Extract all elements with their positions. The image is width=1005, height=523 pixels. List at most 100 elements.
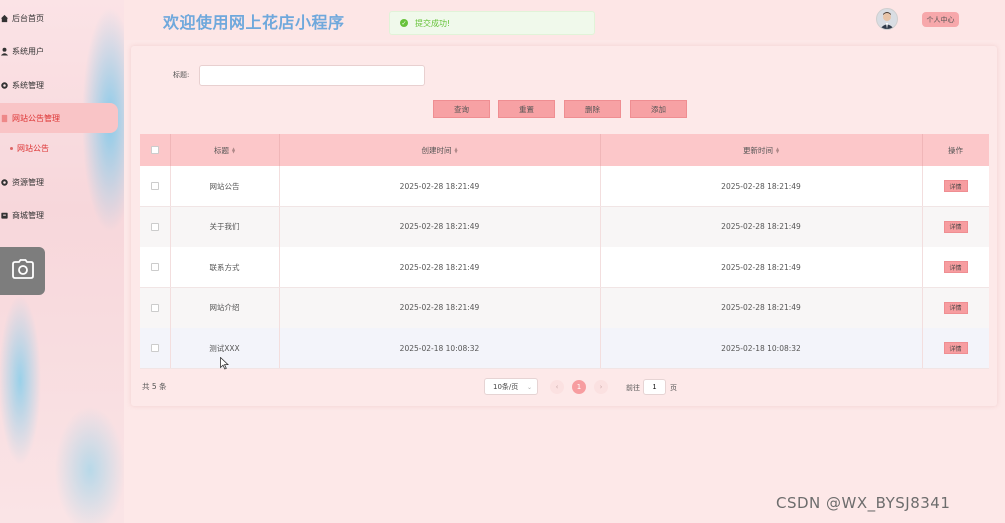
column-header-label: 操作: [948, 145, 963, 155]
row-checkbox[interactable]: [151, 222, 159, 231]
chevron-left-icon: ‹: [555, 383, 559, 391]
watermark: CSDN @WX_BYSJ8341: [776, 494, 951, 512]
search-input[interactable]: [199, 65, 425, 86]
row-select-cell: [140, 247, 170, 287]
toast-message: 提交成功!: [415, 18, 451, 28]
gear-icon: [0, 81, 9, 90]
column-header-updated[interactable]: 更新时间 ▲ ▼: [600, 134, 922, 166]
cell-created: 2025-02-28 18:21:49: [399, 262, 480, 272]
sidebar-item-label: 系统管理: [12, 80, 44, 90]
sidebar-subitem-announcement[interactable]: 网站公告: [10, 143, 49, 154]
user-icon: [0, 47, 9, 56]
cell-created: 2025-02-28 18:21:49: [399, 181, 480, 191]
reset-button[interactable]: 重置: [498, 100, 555, 118]
detail-button[interactable]: 详情: [943, 301, 968, 314]
cell-title: 关于我们: [209, 222, 240, 231]
row-checkbox[interactable]: [151, 182, 159, 190]
user-center-button[interactable]: 个人中心: [922, 12, 959, 27]
prev-page-button[interactable]: ‹: [550, 380, 564, 394]
mouse-cursor-icon: [220, 355, 230, 374]
cell-actions: 详情: [922, 328, 989, 368]
cell-created: 2025-02-18 10:08:32: [399, 343, 480, 353]
detail-button[interactable]: 详情: [943, 261, 968, 273]
document-icon: [0, 114, 9, 123]
sidebar: 后台首页 系统用户 系统管理 网站公告管理 网站公告 资源管理 商城管理: [0, 0, 124, 523]
sidebar-item-label: 网站公告管理: [12, 113, 60, 123]
row-select-cell: [140, 166, 170, 206]
detail-button[interactable]: 详情: [943, 220, 968, 233]
page-title: 欢迎使用网上花店小程序: [163, 13, 345, 32]
row-checkbox[interactable]: [151, 263, 159, 271]
search-label: 标题:: [173, 71, 190, 79]
shop-icon: [0, 211, 9, 220]
goto-unit: 页: [670, 384, 677, 392]
success-toast: ✓ 提交成功!: [389, 11, 595, 35]
cell-created: 2025-02-28 18:21:49: [399, 222, 480, 231]
table-row[interactable]: 网站介绍 2025-02-28 18:21:49 2025-02-28 18:21:…: [140, 287, 989, 329]
sidebar-item-home[interactable]: 后台首页: [0, 8, 44, 28]
cell-updated: 2025-02-28 18:21:49: [721, 181, 801, 191]
sort-icon[interactable]: ▲ ▼: [454, 147, 457, 154]
table-row[interactable]: 关于我们 2025-02-28 18:21:49 2025-02-28 18:21:…: [140, 206, 989, 248]
row-checkbox[interactable]: [151, 303, 159, 312]
cell-updated: 2025-02-28 18:21:49: [721, 222, 801, 231]
detail-button[interactable]: 详情: [943, 180, 968, 192]
delete-button[interactable]: 删除: [564, 100, 621, 118]
select-all-checkbox[interactable]: [151, 146, 159, 154]
cell-title: 网站介绍: [209, 303, 240, 312]
sidebar-item-system-management[interactable]: 系统管理: [0, 75, 44, 95]
chevron-down-icon: ⌄: [526, 384, 532, 391]
table-row[interactable]: 联系方式 2025-02-28 18:21:49 2025-02-28 18:21:…: [140, 247, 989, 288]
column-header-label: 更新时间: [742, 145, 773, 155]
cell-created: 2025-02-28 18:21:49: [399, 303, 480, 312]
sidebar-item-resource-management[interactable]: 资源管理: [0, 172, 44, 192]
cell-actions: 详情: [922, 288, 989, 328]
add-button[interactable]: 添加: [630, 100, 687, 118]
sidebar-item-label: 资源管理: [12, 177, 44, 187]
cell-updated: 2025-02-18 10:08:32: [721, 343, 801, 353]
avatar[interactable]: [876, 8, 898, 30]
chevron-right-icon: ›: [599, 383, 603, 391]
page-size-select[interactable]: 10条/页 ⌄: [484, 378, 538, 395]
sidebar-item-label: 系统用户: [12, 46, 44, 56]
gear-icon: [0, 178, 9, 187]
sidebar-item-label: 后台首页: [12, 13, 44, 23]
page-size-value: 10条/页: [493, 382, 519, 391]
sidebar-subitem-label: 网站公告: [17, 144, 49, 153]
column-header-label: 创建时间: [421, 145, 452, 155]
cell-updated: 2025-02-28 18:21:49: [721, 262, 801, 272]
camera-icon: [11, 259, 34, 283]
table-row[interactable]: 测试XXX 2025-02-18 10:08:32 2025-02-18 10:08…: [140, 328, 989, 369]
row-select-cell: [140, 207, 170, 247]
goto-page-input[interactable]: [643, 379, 666, 395]
sidebar-item-system-users[interactable]: 系统用户: [0, 41, 44, 61]
column-header-actions: 操作: [922, 134, 989, 166]
page-number-button[interactable]: 1: [572, 380, 586, 394]
column-header-created[interactable]: 创建时间 ▲ ▼: [279, 134, 600, 166]
sidebar-item-label: 商城管理: [12, 210, 44, 220]
detail-button[interactable]: 详情: [943, 342, 968, 354]
check-circle-icon: ✓: [400, 19, 408, 27]
row-select-cell: [140, 328, 170, 368]
cell-actions: 详情: [922, 207, 989, 247]
sidebar-item-shop-management[interactable]: 商城管理: [0, 205, 44, 225]
sidebar-item-announcement-management[interactable]: 网站公告管理: [0, 108, 60, 128]
sort-icon[interactable]: ▲ ▼: [232, 147, 235, 154]
sort-icon[interactable]: ▲ ▼: [776, 147, 779, 154]
row-checkbox[interactable]: [151, 344, 159, 352]
bullet-icon: [10, 147, 13, 150]
cell-title: 网站公告: [209, 181, 240, 191]
home-icon: [0, 14, 9, 23]
cell-actions: 详情: [922, 247, 989, 287]
cell-title: 联系方式: [209, 262, 240, 272]
camera-button[interactable]: [0, 247, 45, 295]
cell-updated: 2025-02-28 18:21:49: [721, 303, 801, 312]
column-header-label: 标题: [213, 145, 229, 155]
row-select-cell: [140, 288, 170, 328]
goto-label: 前往: [626, 384, 640, 392]
query-button[interactable]: 查询: [433, 100, 490, 118]
cell-actions: 详情: [922, 166, 989, 206]
next-page-button[interactable]: ›: [594, 380, 608, 394]
column-header-title[interactable]: 标题 ▲ ▼: [170, 134, 279, 166]
table-row[interactable]: 网站公告 2025-02-28 18:21:49 2025-02-28 18:21:…: [140, 166, 989, 207]
